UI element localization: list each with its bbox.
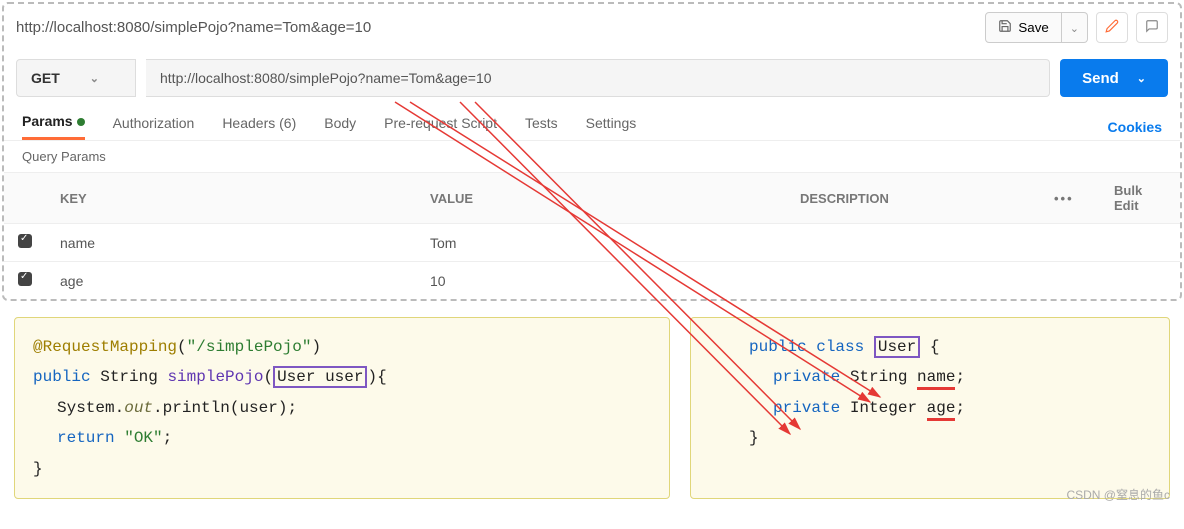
more-options[interactable]: •••: [1054, 191, 1074, 206]
send-button[interactable]: Send ⌄: [1060, 59, 1168, 97]
class-highlight: User: [874, 336, 920, 358]
request-tabs: Params Authorization Headers (6) Body Pr…: [4, 105, 1180, 141]
save-dropdown[interactable]: ⌄: [1062, 12, 1088, 43]
url-value: http://localhost:8080/simplePojo?name=To…: [160, 70, 492, 86]
entity-code: public class User { private String name;…: [690, 317, 1170, 499]
field-age: age: [927, 399, 956, 421]
send-label: Send: [1082, 70, 1119, 87]
request-header: http://localhost:8080/simplePojo?name=To…: [4, 4, 1180, 51]
method-select[interactable]: GET ⌄: [16, 59, 136, 97]
save-label: Save: [1018, 20, 1048, 35]
watermark: CSDN @窒息的鱼c: [1066, 486, 1170, 503]
edit-button[interactable]: [1096, 12, 1128, 43]
save-button[interactable]: Save: [985, 12, 1061, 43]
comment-icon: [1145, 19, 1159, 33]
header-actions: Save ⌄: [985, 12, 1168, 43]
tab-prerequest[interactable]: Pre-request Script: [384, 115, 497, 139]
param-key[interactable]: name: [46, 224, 416, 262]
table-row: age 10: [4, 262, 1180, 300]
tab-params[interactable]: Params: [22, 113, 85, 140]
col-description: DESCRIPTION: [786, 173, 1040, 224]
field-name: name: [917, 368, 955, 390]
params-table: KEY VALUE DESCRIPTION ••• Bulk Edit name…: [4, 172, 1180, 299]
tab-authorization[interactable]: Authorization: [113, 115, 195, 139]
col-value: VALUE: [416, 173, 786, 224]
table-row: name Tom: [4, 224, 1180, 262]
save-icon: [998, 19, 1012, 36]
bulk-edit-link[interactable]: Bulk Edit: [1114, 183, 1142, 213]
params-indicator-dot: [77, 118, 85, 126]
tab-tests[interactable]: Tests: [525, 115, 558, 139]
comment-button[interactable]: [1136, 12, 1168, 43]
tab-headers[interactable]: Headers (6): [222, 115, 296, 139]
pencil-icon: [1105, 19, 1119, 33]
col-key: KEY: [46, 173, 416, 224]
request-title: http://localhost:8080/simplePojo?name=To…: [16, 19, 371, 36]
controller-code: @RequestMapping("/simplePojo") public St…: [14, 317, 670, 499]
request-row: GET ⌄ http://localhost:8080/simplePojo?n…: [4, 51, 1180, 105]
cookies-link[interactable]: Cookies: [1108, 119, 1162, 135]
param-highlight: User user: [273, 366, 367, 388]
table-header-row: KEY VALUE DESCRIPTION ••• Bulk Edit: [4, 173, 1180, 224]
param-key[interactable]: age: [46, 262, 416, 300]
tab-settings[interactable]: Settings: [586, 115, 637, 139]
tab-body[interactable]: Body: [324, 115, 356, 139]
main-panel: http://localhost:8080/simplePojo?name=To…: [2, 2, 1182, 301]
method-value: GET: [31, 70, 60, 86]
url-input[interactable]: http://localhost:8080/simplePojo?name=To…: [146, 59, 1050, 97]
chevron-down-icon: ⌄: [1137, 72, 1146, 85]
chevron-down-icon: ⌄: [1070, 23, 1079, 35]
code-examples: @RequestMapping("/simplePojo") public St…: [0, 303, 1184, 507]
param-value[interactable]: Tom: [416, 224, 786, 262]
checkbox[interactable]: [18, 234, 32, 248]
param-value[interactable]: 10: [416, 262, 786, 300]
chevron-down-icon: ⌄: [90, 72, 99, 85]
query-params-label: Query Params: [4, 141, 1180, 172]
checkbox[interactable]: [18, 272, 32, 286]
